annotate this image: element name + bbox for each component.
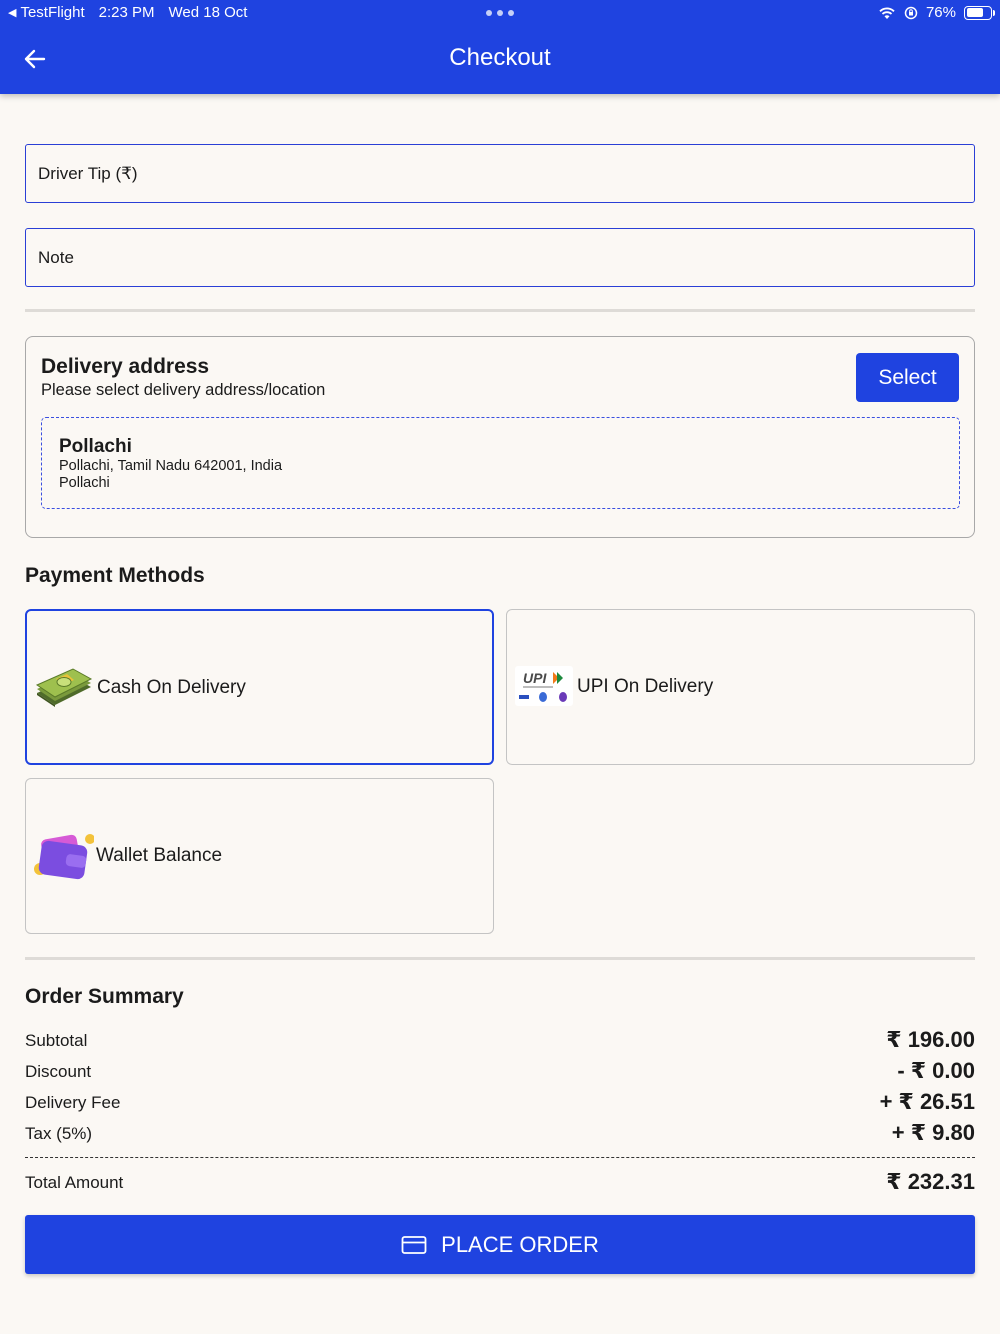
summary-row-delivery-fee: Delivery Fee + ₹ 26.51 xyxy=(25,1087,975,1117)
status-time: 2:23 PM xyxy=(98,4,155,21)
summary-value: + ₹ 26.51 xyxy=(879,1089,975,1114)
status-date: Wed 18 Oct xyxy=(168,4,248,21)
svg-text:UPI: UPI xyxy=(523,670,547,686)
orientation-lock-icon xyxy=(904,6,918,19)
payment-cash-on-delivery[interactable]: Cash On Delivery xyxy=(25,609,494,765)
place-order-label: PLACE ORDER xyxy=(441,1231,599,1257)
driver-tip-input[interactable] xyxy=(25,144,975,203)
payment-wallet-balance[interactable]: Wallet Balance xyxy=(25,778,494,934)
summary-row-total: Total Amount ₹ 232.31 xyxy=(25,1167,975,1197)
wifi-icon xyxy=(879,7,895,19)
summary-row-discount: Discount - ₹ 0.00 xyxy=(25,1056,975,1086)
address-line-2: Pollachi xyxy=(59,475,110,491)
summary-row-subtotal: Subtotal ₹ 196.00 xyxy=(25,1025,975,1055)
divider xyxy=(25,957,975,960)
selected-address[interactable]: Pollachi Pollachi, Tamil Nadu 642001, In… xyxy=(41,417,960,509)
delivery-address-title: Delivery address xyxy=(41,355,210,378)
payment-methods-title: Payment Methods xyxy=(25,564,205,587)
app-header: ◀ TestFlight 2:23 PM Wed 18 Oct 76% Chec… xyxy=(0,0,1000,94)
total-value: ₹ 232.31 xyxy=(886,1169,975,1194)
credit-card-icon xyxy=(401,1235,427,1254)
payment-upi-on-delivery[interactable]: UPI UPI On Delivery xyxy=(506,609,975,765)
battery-icon xyxy=(964,5,995,20)
payment-label: UPI On Delivery xyxy=(577,676,714,697)
delivery-address-subtitle: Please select delivery address/location xyxy=(41,381,326,399)
address-line-1: Pollachi, Tamil Nadu 642001, India xyxy=(59,458,283,474)
wallet-icon xyxy=(34,834,94,880)
delivery-address-card: Delivery address Please select delivery … xyxy=(25,336,975,538)
upi-icon: UPI xyxy=(515,666,573,706)
back-to-app-icon[interactable]: ◀ xyxy=(8,6,16,19)
summary-label: Discount xyxy=(25,1062,92,1081)
payment-label: Cash On Delivery xyxy=(97,677,246,698)
summary-label: Delivery Fee xyxy=(25,1093,121,1112)
total-label: Total Amount xyxy=(25,1173,124,1192)
summary-value: + ₹ 9.80 xyxy=(891,1120,975,1145)
summary-row-tax: Tax (5%) + ₹ 9.80 xyxy=(25,1118,975,1148)
summary-value: - ₹ 0.00 xyxy=(897,1058,975,1083)
summary-label: Tax (5%) xyxy=(25,1124,93,1143)
summary-label: Subtotal xyxy=(25,1031,88,1050)
multitasking-dots-icon[interactable] xyxy=(486,10,514,16)
note-input[interactable] xyxy=(25,228,975,287)
status-app-name[interactable]: TestFlight xyxy=(20,4,84,21)
order-summary-title: Order Summary xyxy=(25,985,184,1008)
page-title: Checkout xyxy=(449,44,551,71)
divider xyxy=(25,309,975,312)
payment-label: Wallet Balance xyxy=(96,845,223,866)
summary-value: ₹ 196.00 xyxy=(886,1027,975,1052)
cash-icon xyxy=(35,668,93,707)
status-bar: ◀ TestFlight 2:23 PM Wed 18 Oct 76% xyxy=(0,0,1000,26)
summary-divider xyxy=(25,1157,975,1158)
select-address-button[interactable]: Select xyxy=(856,353,959,402)
place-order-button[interactable]: PLACE ORDER xyxy=(25,1215,975,1274)
address-name: Pollachi xyxy=(59,436,132,457)
battery-percent: 76% xyxy=(925,4,956,21)
